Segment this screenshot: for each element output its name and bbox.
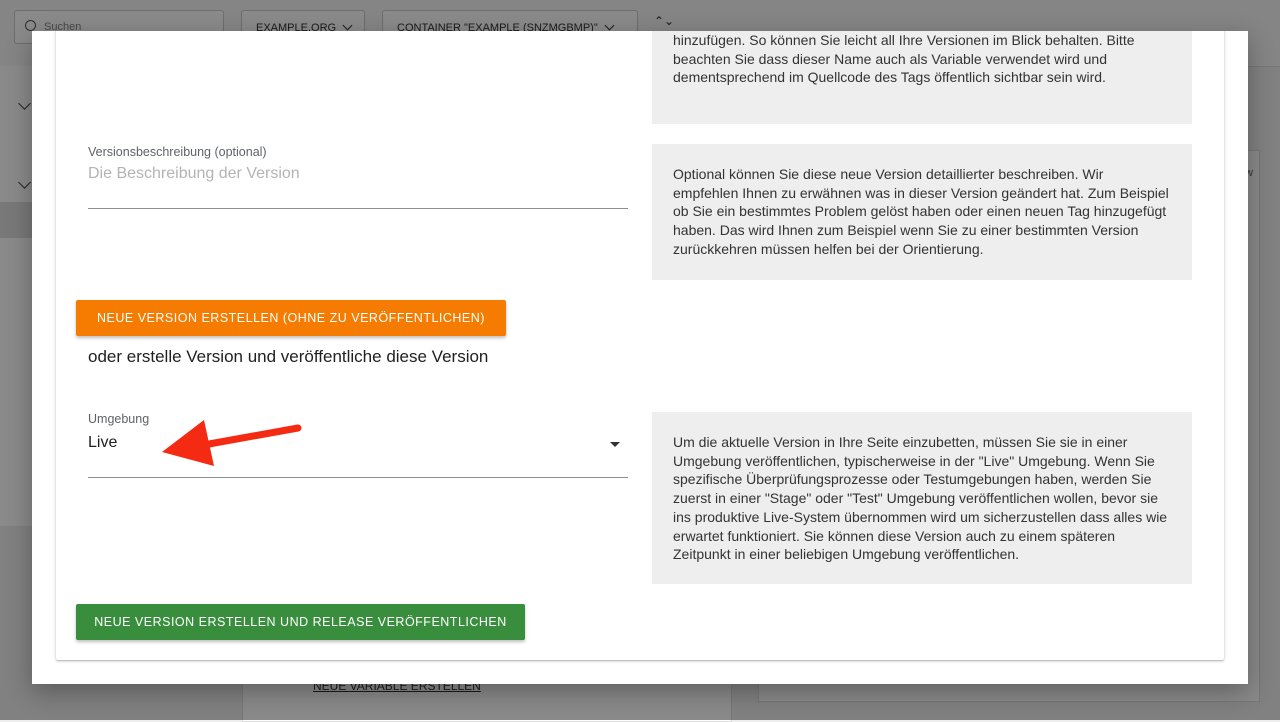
or-publish-text: oder erstelle Version und veröffentliche…	[88, 347, 489, 366]
help-box-description: Optional können Sie diese neue Version d…	[652, 144, 1192, 280]
environment-label: Umgebung	[88, 412, 150, 426]
create-and-publish-button[interactable]: NEUE VERSION ERSTELLEN UND RELEASE VERÖF…	[76, 604, 525, 640]
help-text-environment: Um die aktuelle Version in Ihre Seite ei…	[673, 434, 1168, 563]
version-form-card: hinzufügen. So können Sie leicht all Ihr…	[56, 31, 1224, 660]
help-text-version-name: hinzufügen. So können Sie leicht all Ihr…	[673, 32, 1135, 86]
help-box-version-name: hinzufügen. So können Sie leicht all Ihr…	[652, 31, 1192, 124]
create-version-without-publish-button[interactable]: NEUE VERSION ERSTELLEN (OHNE ZU VERÖFFEN…	[76, 300, 506, 336]
annotation-arrow-icon	[162, 420, 302, 466]
dropdown-arrow-icon[interactable]	[610, 442, 620, 447]
environment-selected-value[interactable]: Live	[88, 434, 117, 452]
help-box-environment: Um die aktuelle Version in Ihre Seite ei…	[652, 412, 1192, 584]
create-version-dialog: hinzufügen. So können Sie leicht all Ihr…	[32, 31, 1248, 684]
help-text-description: Optional können Sie diese neue Version d…	[673, 166, 1169, 257]
version-description-field[interactable]: Versionsbeschreibung (optional)	[88, 145, 628, 209]
version-description-label: Versionsbeschreibung (optional)	[88, 145, 267, 159]
version-description-input[interactable]	[88, 165, 628, 183]
